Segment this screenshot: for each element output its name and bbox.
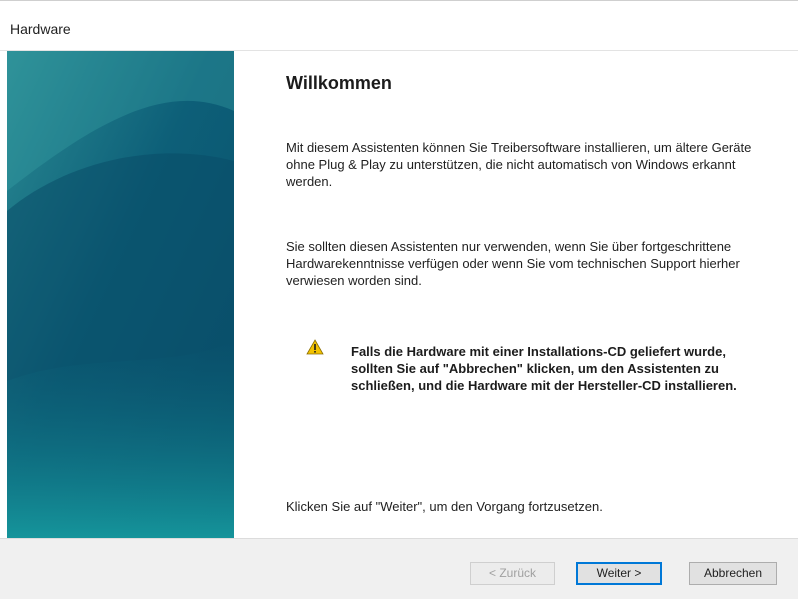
title-bar: Hardware xyxy=(0,0,798,50)
intro-paragraph: Mit diesem Assistenten können Sie Treibe… xyxy=(286,140,752,189)
continue-hint: Klicken Sie auf "Weiter", um den Vorgang… xyxy=(286,499,603,514)
warning-message: Falls die Hardware mit einer Installatio… xyxy=(351,344,737,393)
window-title: Hardware xyxy=(10,21,71,37)
advice-paragraph: Sie sollten diesen Assistenten nur verwe… xyxy=(286,239,740,288)
warning-triangle-icon xyxy=(306,339,324,355)
banner-graphic xyxy=(7,51,234,538)
wizard-content: Willkommen Mit diesem Assistenten können… xyxy=(234,51,798,538)
back-button[interactable]: < Zurück xyxy=(470,562,555,585)
page-heading: Willkommen xyxy=(286,73,392,93)
next-button[interactable]: Weiter > xyxy=(576,562,662,585)
button-bar: < Zurück Weiter > Abbrechen xyxy=(0,538,798,599)
wizard-side-banner xyxy=(7,51,234,538)
cancel-button[interactable]: Abbrechen xyxy=(689,562,777,585)
